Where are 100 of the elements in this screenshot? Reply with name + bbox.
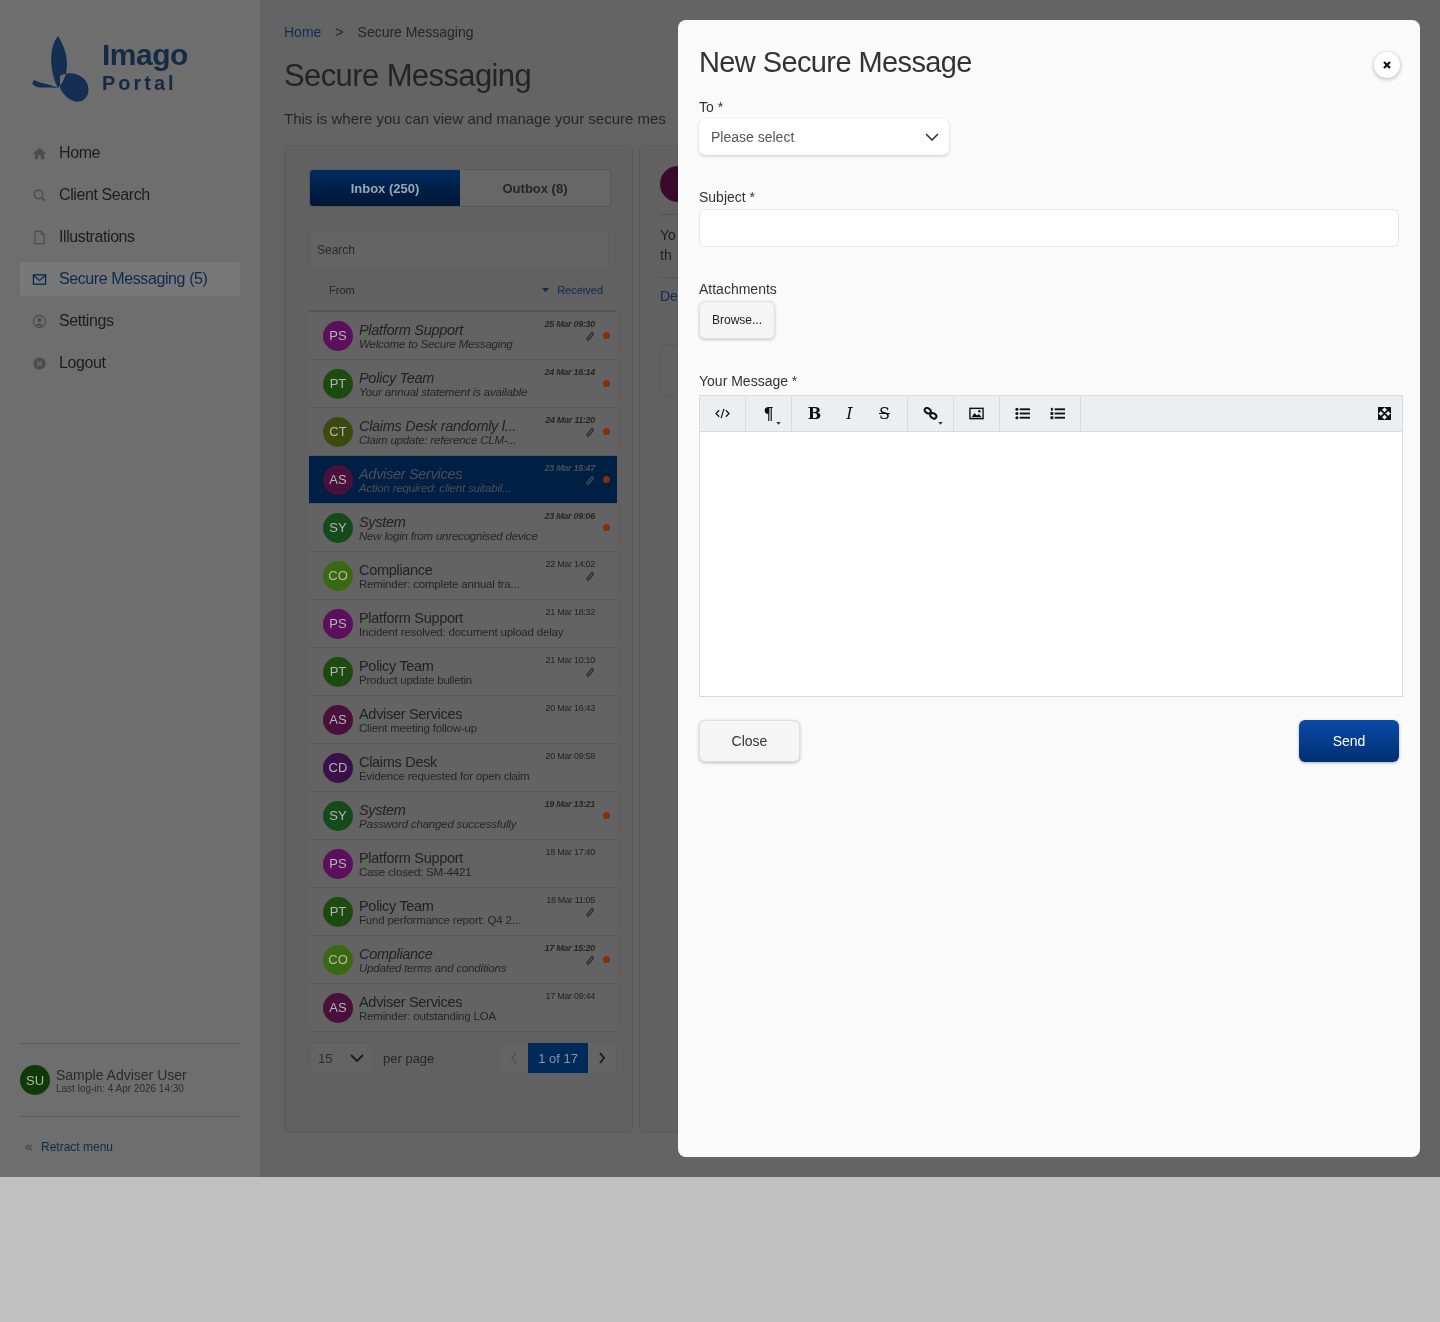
chevron-down-icon (925, 133, 939, 141)
sender-name: Adviser Services (359, 993, 463, 1010)
close-circle-icon (32, 355, 47, 371)
sender-avatar: PT (323, 896, 353, 927)
sender-name: Platform Support (359, 609, 463, 626)
received-time: 20 Mar 16:43 (545, 703, 595, 713)
message-subject: Action required: client suitabil... (359, 481, 512, 494)
sender-avatar: PS (323, 320, 353, 351)
message-subject: Welcome to Secure Messaging (359, 337, 513, 350)
send-button[interactable]: Send (1299, 720, 1399, 762)
document-icon (32, 229, 47, 245)
user-name: Sample Adviser User (56, 1066, 187, 1083)
sender-name: Claims Desk randomly l... (359, 417, 516, 434)
nav-item[interactable]: Home (20, 136, 240, 170)
breadcrumb-current: Secure Messaging (357, 24, 474, 40)
message-subject: Password changed successfully (359, 817, 517, 830)
received-time: 22 Mar 14:02 (545, 559, 595, 569)
message-subject: Evidence requested for open claim (359, 769, 530, 782)
mailbox-tab[interactable]: Outbox (8) (460, 170, 610, 206)
message-subject: Product update bulletin (359, 673, 473, 686)
message-body-text: Yo (660, 226, 677, 245)
format-button[interactable]: ¶ (751, 396, 786, 431)
page-indicator: 1 of 17 (528, 1043, 588, 1073)
format-button[interactable]: B (797, 396, 832, 431)
sender-name: Policy Team (359, 897, 434, 914)
sender-name: Policy Team (359, 657, 434, 674)
received-time: 17 Mar 09:44 (545, 991, 595, 1001)
message-subject: Fund performance report: Q4 2... (359, 913, 521, 926)
sender-avatar: AS (323, 464, 353, 495)
nav-item[interactable]: Secure Messaging (5) (20, 262, 240, 296)
sender-name: System (359, 801, 406, 818)
message-row[interactable]: AS Adviser Services 23 Mar 15:47 Action required: client suitabil... (309, 456, 617, 504)
sender-avatar: SY (323, 512, 353, 543)
chevron-right-icon (598, 1052, 606, 1064)
double-chevron-left-icon (24, 1142, 33, 1152)
search-icon (32, 187, 47, 203)
close-button[interactable] (1374, 52, 1400, 78)
unread-dot (602, 476, 610, 483)
message-subject: Updated terms and conditions (359, 961, 507, 974)
retract-menu-link[interactable]: Retract menu (41, 1140, 114, 1154)
sender-name: Policy Team (359, 369, 435, 386)
format-button[interactable]: S (867, 396, 902, 431)
unread-dot (602, 812, 610, 819)
bulleted-list-icon (1015, 407, 1030, 420)
sender-name: Claims Desk (359, 753, 438, 770)
sender-name: Compliance (359, 945, 433, 962)
sender-avatar: CO (323, 944, 353, 975)
sender-name: Platform Support (359, 849, 463, 866)
envelope-icon (32, 271, 47, 287)
sender-avatar: CD (323, 752, 353, 783)
sender-name: System (359, 513, 406, 530)
received-time: 24 Mar 16:14 (544, 367, 595, 377)
page-title: Secure Messaging (284, 58, 532, 94)
message-subject: Your annual statement is available (359, 385, 528, 398)
subject-label: Subject * (699, 189, 757, 205)
expand-icon (1377, 407, 1392, 420)
close-icon (1382, 60, 1392, 70)
mailbox-tab[interactable]: Inbox (250) (310, 170, 460, 206)
chevron-down-icon (350, 1054, 364, 1062)
received-time: 18 Mar 17:40 (545, 847, 595, 857)
sender-avatar: PT (323, 656, 353, 687)
logo-wordmark: Imago (102, 39, 188, 71)
sender-avatar: SY (323, 800, 353, 831)
unread-dot (602, 380, 610, 387)
code-icon (715, 407, 730, 420)
sender-name: Adviser Services (359, 465, 463, 482)
nav-item[interactable]: Illustrations (20, 220, 240, 254)
nav-item[interactable]: Logout (20, 346, 240, 380)
sender-avatar: PT (323, 368, 353, 399)
sender-avatar: PS (323, 608, 353, 639)
message-subject: Case closed: SM-4421 (359, 865, 472, 878)
message-subject: Incident resolved: document upload delay (359, 625, 564, 638)
subject-field[interactable] (699, 209, 1399, 247)
message-subject: New login from unrecognised device (359, 529, 538, 542)
nav-item[interactable]: Client Search (20, 178, 240, 212)
received-time: 23 Mar 15:47 (544, 463, 595, 473)
unread-dot (602, 332, 610, 339)
sender-name: Compliance (359, 561, 433, 578)
received-time: 21 Mar 10:10 (545, 655, 595, 665)
nav-item[interactable]: Settings (20, 304, 240, 338)
image-icon (969, 407, 984, 420)
breadcrumb-separator: > (335, 24, 344, 40)
close-dialog-button[interactable]: Close (699, 720, 800, 762)
recipient-select[interactable]: Please select (699, 119, 949, 155)
received-time: 23 Mar 09:06 (544, 511, 595, 521)
received-time: 21 Mar 18:32 (545, 607, 595, 617)
received-time: 17 Mar 15:20 (544, 943, 595, 953)
unread-dot (602, 524, 610, 531)
browse-button[interactable]: Browse... (699, 301, 775, 339)
message-subject: Claim update: reference CLM-... (359, 433, 517, 446)
unread-dot (602, 956, 610, 963)
received-time: 24 Mar 11:20 (545, 415, 595, 425)
user-icon (32, 313, 47, 329)
link-icon (923, 407, 938, 420)
sort-caret-icon (542, 287, 550, 293)
page-subtitle: This is where you can view and manage your secure mes (284, 110, 666, 127)
dialog-title: New Secure Message (699, 46, 972, 79)
format-button[interactable]: I (832, 396, 867, 431)
sender-avatar: CT (323, 416, 353, 447)
sender-avatar: CO (323, 560, 353, 591)
